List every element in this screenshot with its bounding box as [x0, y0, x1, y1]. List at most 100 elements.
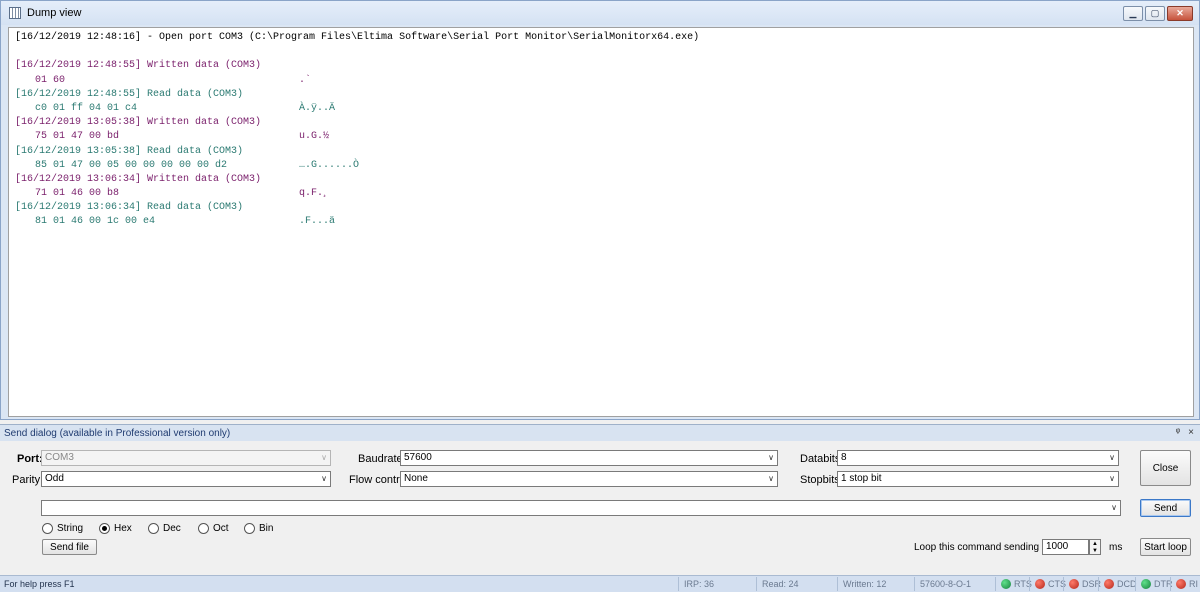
port-select[interactable]: COM3 ∨ [41, 450, 331, 466]
status-port-settings: 57600-8-O-1 [913, 577, 972, 591]
signal-ri: RI [1170, 577, 1198, 591]
ascii-data: q.F.¸ [299, 188, 330, 200]
dump-view-titlebar[interactable]: Dump view ▁ ▢ ✕ [1, 1, 1199, 25]
log-blank-line [15, 45, 1187, 59]
log-entry-header: [16/12/2019 13:05:38] Written data (COM3… [15, 117, 262, 129]
format-radio-dec[interactable]: Dec [148, 523, 181, 534]
format-radio-hex[interactable]: Hex [99, 523, 132, 534]
send-dialog-header: Send dialog (available in Professional v… [0, 425, 1200, 441]
led-red-icon [1176, 579, 1186, 589]
chevron-down-icon: ∨ [768, 474, 774, 483]
radio-circle [244, 523, 255, 534]
maximize-icon: ▢ [1150, 8, 1160, 18]
log-entry-data: 81 01 46 00 1c 00 e4 .F...ä [15, 215, 1187, 229]
log-entry-header: [16/12/2019 13:05:38] Read data (COM3) [15, 145, 244, 157]
hex-data: 75 01 47 00 bd [35, 131, 120, 143]
window-controls: ▁ ▢ ✕ [1123, 6, 1193, 21]
maximize-button[interactable]: ▢ [1145, 6, 1165, 21]
minimize-button[interactable]: ▁ [1123, 6, 1143, 21]
chevron-up-icon[interactable]: ▲ [1092, 541, 1098, 547]
chevron-down-icon: ∨ [768, 453, 774, 462]
hex-data: 71 01 46 00 b8 [35, 188, 120, 200]
window-title: Dump view [27, 7, 82, 19]
loop-interval-input[interactable]: 1000 [1042, 539, 1089, 555]
hex-data: 81 01 46 00 1c 00 e4 [35, 216, 156, 228]
baudrate-select[interactable]: 57600 ∨ [400, 450, 778, 466]
close-panel-icon[interactable]: × [1188, 427, 1194, 438]
ascii-data: À.ÿ..Ä [299, 102, 336, 114]
ascii-data: .F...ä [299, 216, 336, 228]
format-radio-string[interactable]: String [42, 523, 83, 534]
databits-value: 8 [841, 452, 847, 463]
signal-dcd: DCD [1098, 577, 1137, 591]
led-red-icon [1104, 579, 1114, 589]
log-entry-header: [16/12/2019 13:06:34] Read data (COM3) [15, 202, 244, 214]
radio-circle [42, 523, 53, 534]
hex-data: 01 60 [35, 74, 66, 86]
dump-log-area[interactable]: [16/12/2019 12:48:16] - Open port COM3 (… [8, 27, 1194, 417]
log-entry-data: 01 60 .` [15, 74, 1187, 88]
log-open-line: [16/12/2019 12:48:16] - Open port COM3 (… [15, 32, 700, 43]
chevron-down-icon: ∨ [321, 453, 327, 462]
log-entry-data: c0 01 ff 04 01 c4 À.ÿ..Ä [15, 102, 1187, 116]
command-input[interactable]: ∨ [41, 500, 1121, 516]
parity-value: Odd [45, 473, 64, 484]
baudrate-value: 57600 [404, 452, 432, 463]
databits-select[interactable]: 8 ∨ [837, 450, 1119, 466]
format-radio-bin[interactable]: Bin [244, 523, 273, 534]
baudrate-label: Baudrate: [358, 453, 406, 465]
log-entry-header: [16/12/2019 12:48:55] Written data (COM3… [15, 60, 262, 72]
parity-label: Parity: [12, 474, 44, 486]
chevron-down-icon[interactable]: ▼ [1092, 548, 1098, 554]
led-green-icon [1001, 579, 1011, 589]
log-entry-header: [16/12/2019 12:48:55] Read data (COM3) [15, 88, 244, 100]
pin-icon[interactable]: ᵠ [1176, 427, 1180, 438]
chevron-down-icon: ∨ [1111, 503, 1117, 512]
loop-interval-stepper[interactable]: ▲ ▼ [1089, 539, 1101, 555]
parity-select[interactable]: Odd ∨ [41, 471, 331, 487]
hex-data: 85 01 47 00 05 00 00 00 00 00 d2 [35, 159, 228, 171]
led-red-icon [1035, 579, 1045, 589]
signal-dsr: DSR [1062, 577, 1101, 591]
status-help-text: For help press F1 [4, 579, 75, 589]
chevron-down-icon: ∨ [1109, 474, 1115, 483]
close-button[interactable]: Close [1140, 450, 1191, 486]
led-red-icon [1069, 579, 1079, 589]
log-entry-data: 85 01 47 00 05 00 00 00 00 00 d2 ….G.....… [15, 159, 1187, 173]
loop-interval-value: 1000 [1046, 541, 1069, 552]
signal-dtr: DTR [1135, 577, 1173, 591]
log-entry-data: 75 01 47 00 bd u.G.½ [15, 130, 1187, 144]
status-read: Read: 24 [756, 577, 799, 591]
radio-circle-selected [99, 523, 110, 534]
hex-data: c0 01 ff 04 01 c4 [35, 102, 138, 114]
radio-circle [198, 523, 209, 534]
ascii-data: .` [299, 74, 312, 86]
chevron-down-icon: ∨ [1109, 453, 1115, 462]
send-file-button[interactable]: Send file [42, 539, 97, 555]
flow-control-select[interactable]: None ∨ [400, 471, 778, 487]
status-written: Written: 12 [836, 577, 887, 591]
chevron-down-icon: ∨ [321, 474, 327, 483]
log-entry-data: 71 01 46 00 b8 q.F.¸ [15, 187, 1187, 201]
minimize-icon: ▁ [1129, 8, 1137, 18]
send-dialog-title: Send dialog (available in Professional v… [4, 427, 231, 439]
loop-unit: ms [1109, 542, 1123, 553]
dump-view-window: Dump view ▁ ▢ ✕ [16/12/2019 12:48:16] - … [0, 0, 1200, 420]
close-icon: ✕ [1176, 8, 1184, 18]
send-button[interactable]: Send [1140, 499, 1191, 517]
status-irp: IRP: 36 [677, 577, 715, 591]
signal-cts: CTS [1029, 577, 1066, 591]
window-icon [9, 7, 21, 19]
log-entry-header: [16/12/2019 13:06:34] Written data (COM3… [15, 173, 262, 185]
stopbits-select[interactable]: 1 stop bit ∨ [837, 471, 1119, 487]
format-radio-oct[interactable]: Oct [198, 523, 229, 534]
start-loop-button[interactable]: Start loop [1140, 538, 1191, 556]
send-dialog-panel: Send dialog (available in Professional v… [0, 424, 1200, 574]
flow-control-value: None [404, 473, 428, 484]
port-value: COM3 [45, 452, 74, 463]
ascii-data: ….G......Ò [299, 159, 360, 171]
signal-rts: RTS [995, 577, 1032, 591]
status-bar: For help press F1 IRP: 36 Read: 24 Writt… [0, 575, 1200, 592]
close-window-button[interactable]: ✕ [1167, 6, 1193, 21]
led-green-icon [1141, 579, 1151, 589]
